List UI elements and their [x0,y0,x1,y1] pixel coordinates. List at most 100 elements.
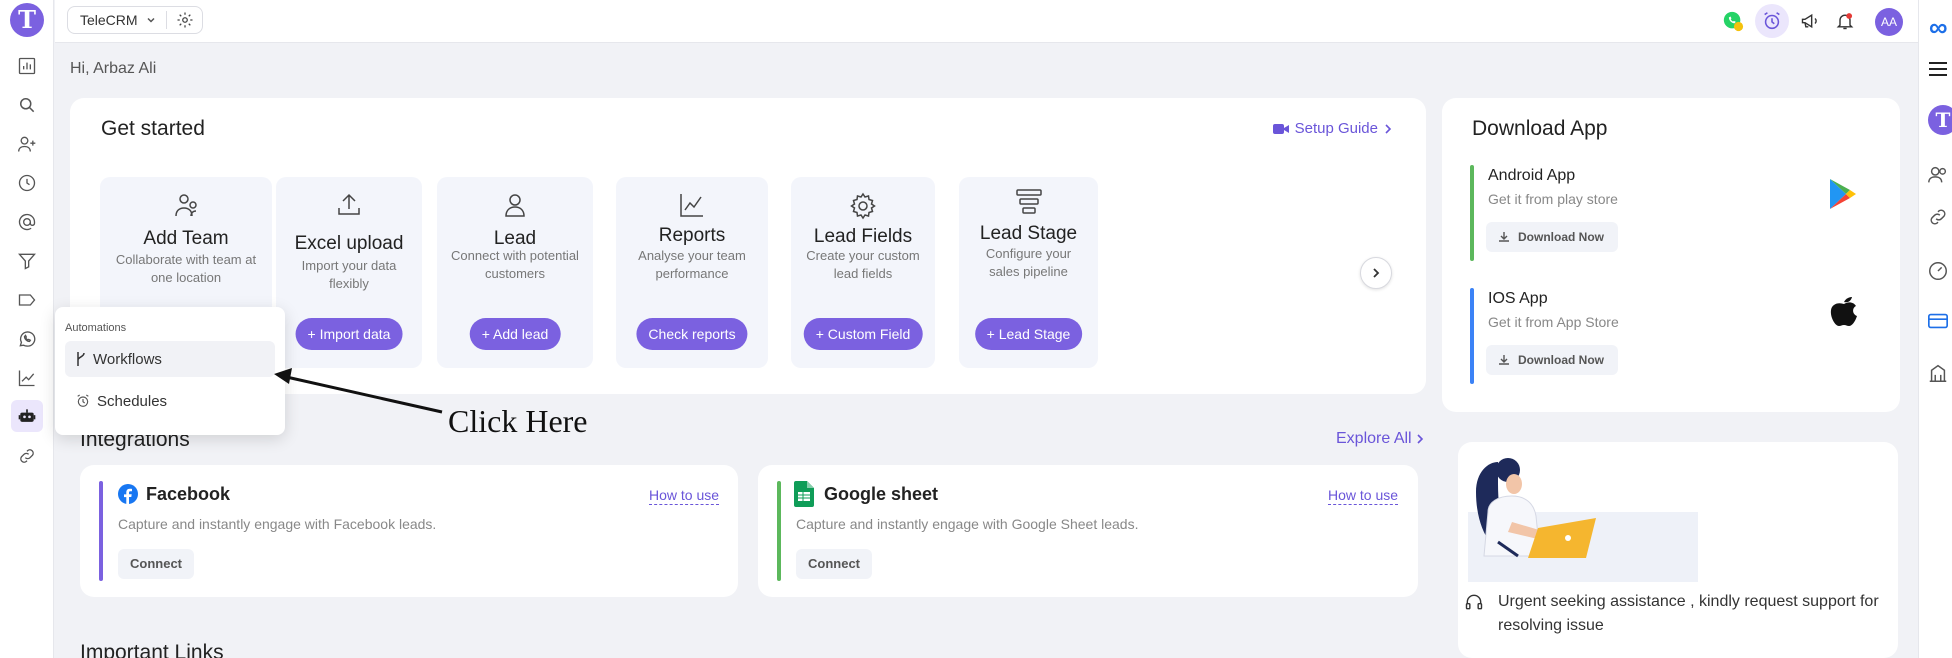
gear-icon[interactable] [176,11,194,29]
how-to-use-link[interactable]: How to use [1328,487,1399,505]
whatsapp-icon[interactable] [1720,8,1746,34]
chevron-right-icon [1385,123,1392,134]
chevron-right-icon [1417,434,1423,444]
download-label: Download Now [1518,353,1604,367]
app-logo[interactable]: T [10,3,44,37]
tile-lead-stage: Lead Stage Configure your sales pipeline… [959,177,1098,368]
download-icon [1499,355,1509,365]
import-data-button[interactable]: + Import data [295,318,403,350]
tile-title: Add Team [143,228,229,249]
divider [166,11,167,29]
filter-icon [18,253,36,270]
carousel-next-button[interactable] [1360,257,1392,289]
accent-bar [99,481,103,581]
google-sheet-integration-card: Google sheet How to use Capture and inst… [758,465,1418,597]
annotation-arrow [274,368,443,414]
sidebar-item-dashboard[interactable] [14,53,40,79]
sidebar-item-filter[interactable] [14,248,40,274]
sidebar-item-email[interactable] [14,209,40,235]
card-icon[interactable] [1927,310,1949,332]
facebook-connect-button[interactable]: Connect [118,549,194,579]
integration-name: Facebook [146,484,231,504]
whatsapp-icon [19,331,36,347]
google-play-icon[interactable] [1828,177,1858,211]
menu-item-workflows[interactable]: Workflows [65,341,275,377]
download-app-title: Download App [1472,117,1608,140]
sidebar-item-tags[interactable] [14,287,40,313]
branch-icon [77,352,85,366]
trend-icon [18,370,35,387]
app-subtitle: Get it from play store [1488,191,1618,207]
explore-all-link[interactable]: Explore All [1336,430,1424,448]
app-name: Android App [1488,167,1576,184]
accent-bar [777,481,781,581]
automations-menu: Automations Workflows Schedules [55,307,285,435]
search-icon [20,98,35,113]
tag-icon [18,294,36,306]
menu-item-label: Workflows [93,350,162,368]
sidebar-item-whatsapp[interactable] [14,326,40,352]
how-to-use-link[interactable]: How to use [649,487,720,505]
download-app-card: Download App Android App Get it from pla… [1442,98,1900,412]
apple-icon[interactable] [1828,292,1860,330]
funnel-stack-icon [959,187,1098,217]
link-icon[interactable] [1927,206,1949,228]
gauge-icon[interactable] [1927,260,1949,282]
bell-icon[interactable] [1832,8,1858,34]
sidebar-item-history[interactable] [14,170,40,196]
users-icon[interactable] [1927,164,1949,186]
accent-bar [1470,165,1474,261]
sidebar-item-add-user[interactable] [14,131,40,157]
sidebar-item-automations[interactable] [11,400,43,432]
bar-chart-icon [18,57,36,75]
important-links-title: Important Links [80,641,224,658]
setup-guide-link[interactable]: Setup Guide [1272,120,1392,137]
check-reports-button[interactable]: Check reports [636,318,748,350]
megaphone-icon[interactable] [1797,8,1823,34]
meta-logo-icon[interactable]: ∞ [1929,12,1948,43]
tile-description: Connect with potential customers [451,248,579,281]
chevron-down-icon [146,15,156,25]
get-started-title: Get started [101,117,205,140]
alarm-icon[interactable] [1755,4,1789,38]
tile-title: Lead Stage [979,223,1078,244]
tile-description: Collaborate with team at one location [115,252,257,285]
gear-icon [791,191,935,221]
facebook-icon [118,484,138,504]
tile-description: Configure your sales pipeline [985,246,1072,279]
building-icon[interactable] [1927,362,1949,384]
accent-bar [1470,288,1474,384]
android-download-button[interactable]: Download Now [1486,222,1618,252]
google-sheet-connect-button[interactable]: Connect [796,549,872,579]
lead-stage-button[interactable]: + Lead Stage [974,318,1083,350]
sidebar-item-integrations[interactable] [14,443,40,469]
ios-download-button[interactable]: Download Now [1486,345,1618,375]
app-name: IOS App [1488,290,1548,307]
top-header: TeleCRM AA [55,0,1918,43]
hamburger-menu-icon[interactable] [1927,60,1949,78]
add-lead-button[interactable]: + Add lead [469,318,561,350]
explore-all-label: Explore All [1336,430,1412,447]
tile-lead-fields: Lead Fields Create your custom lead fiel… [791,177,935,368]
android-app-section: Android App Get it from play store Downl… [1470,165,1890,265]
menu-item-schedules[interactable]: Schedules [65,383,275,419]
tile-title: Reports [658,225,726,246]
left-sidebar: T [0,0,54,658]
headset-icon [1464,592,1484,612]
tile-description: Create your custom lead fields [806,248,920,281]
sidebar-item-analytics[interactable] [14,365,40,391]
avatar[interactable]: AA [1875,8,1903,36]
facebook-integration-card: Facebook How to use Capture and instantl… [80,465,738,597]
support-message: Urgent seeking assistance , kindly reque… [1498,593,1879,634]
tile-description: Analyse your team performance [638,248,746,281]
sidebar-item-search[interactable] [14,92,40,118]
workspace-selector[interactable]: TeleCRM [67,6,203,34]
tile-title: Excel upload [294,233,404,254]
google-sheets-icon [794,481,814,507]
add-user-icon [18,136,36,152]
ios-app-section: IOS App Get it from App Store Download N… [1470,288,1890,388]
chevron-right-icon [1373,268,1380,278]
alarm-icon [77,394,89,407]
custom-field-button[interactable]: + Custom Field [803,318,923,350]
app-logo-icon[interactable]: T [1927,104,1952,136]
